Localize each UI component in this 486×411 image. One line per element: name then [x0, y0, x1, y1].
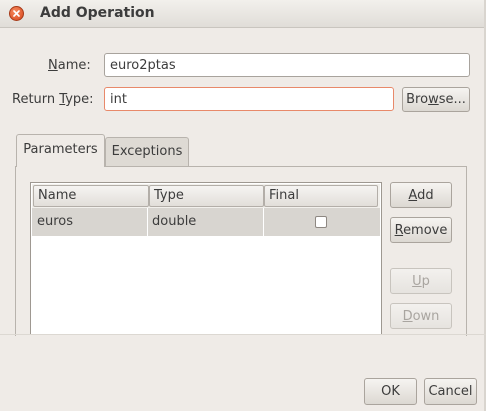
tab-parameters[interactable]: Parameters: [16, 134, 105, 167]
up-button[interactable]: Up: [390, 268, 452, 294]
tab-exceptions[interactable]: Exceptions: [105, 137, 189, 166]
title-bar: Add Operation: [0, 0, 486, 28]
close-icon[interactable]: [9, 6, 24, 21]
add-button[interactable]: Add: [390, 182, 452, 208]
table-row[interactable]: euros double: [32, 208, 380, 236]
return-type-field[interactable]: [104, 87, 394, 111]
table-header: Name Type Final: [32, 184, 380, 208]
down-button[interactable]: Down: [390, 303, 452, 329]
divider: [0, 334, 486, 335]
column-divider: [263, 208, 264, 236]
name-field[interactable]: [104, 53, 470, 77]
column-divider: [147, 208, 148, 236]
column-header-name[interactable]: Name: [33, 185, 149, 207]
ok-button[interactable]: OK: [364, 378, 417, 405]
final-checkbox[interactable]: [315, 216, 327, 228]
cancel-button[interactable]: Cancel: [424, 378, 477, 405]
parameters-table[interactable]: Name Type Final euros double: [30, 182, 382, 334]
browse-button[interactable]: Browse...: [402, 87, 470, 112]
cell-param-type: double: [152, 214, 197, 229]
name-label: Name:: [48, 58, 91, 73]
column-header-final[interactable]: Final: [264, 185, 378, 207]
return-type-label: Return Type:: [12, 92, 94, 107]
window-title: Add Operation: [40, 5, 155, 21]
column-header-type[interactable]: Type: [149, 185, 264, 207]
remove-button[interactable]: Remove: [390, 217, 452, 243]
cell-param-name: euros: [37, 214, 74, 229]
